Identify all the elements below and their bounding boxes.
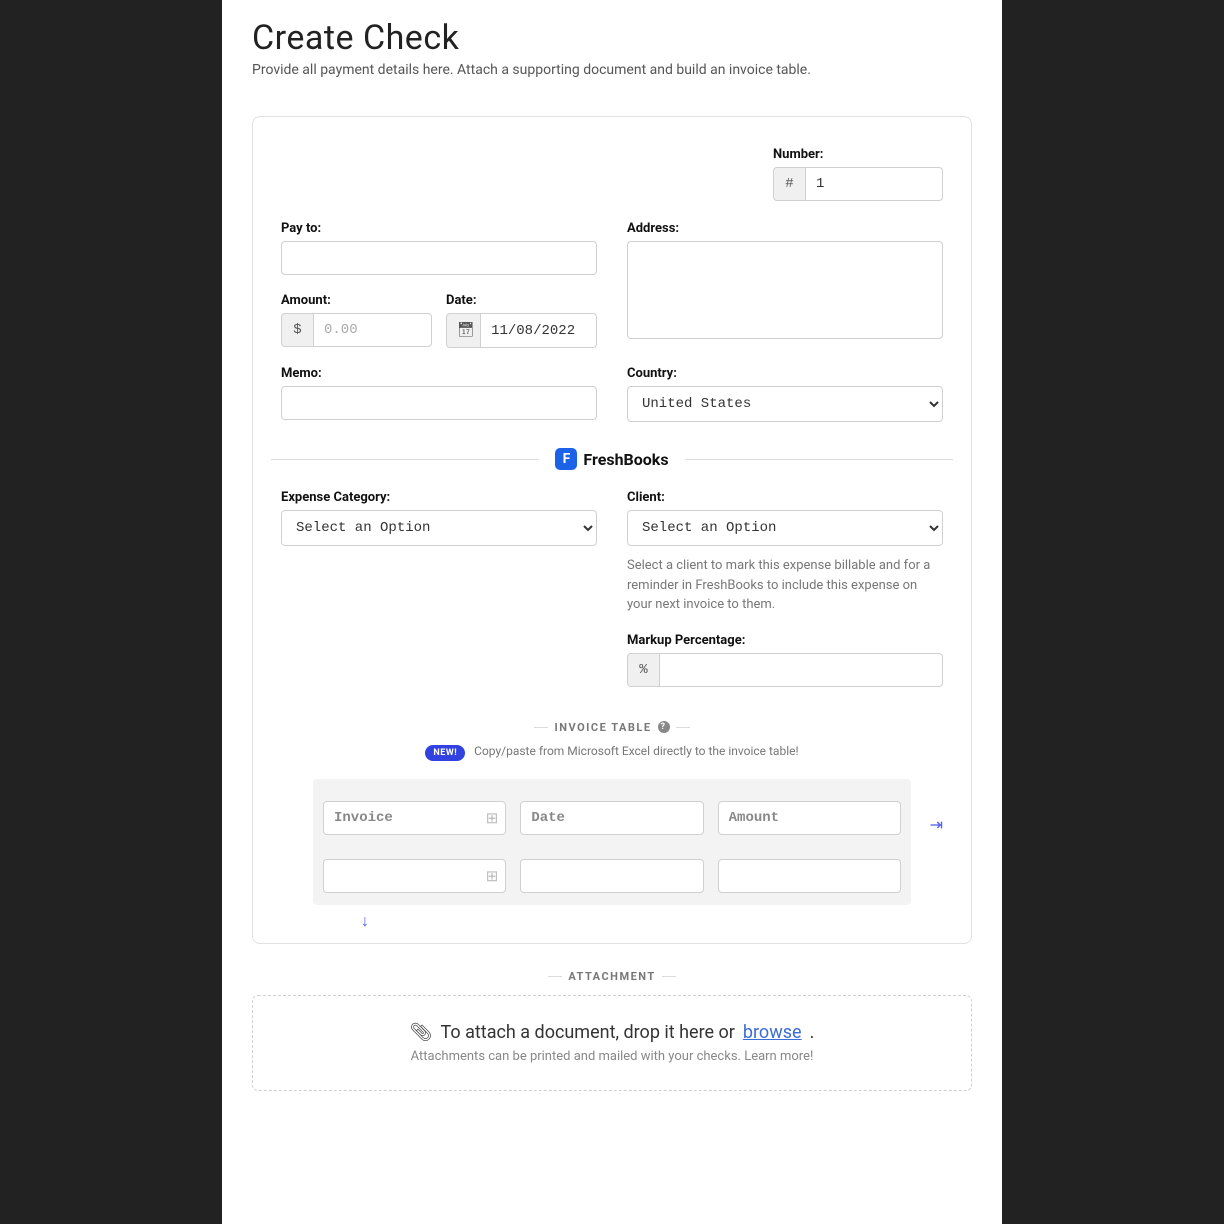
- markup-label: Markup Percentage:: [627, 633, 943, 648]
- dollar-icon: $: [281, 313, 313, 347]
- expense-label: Expense Category:: [281, 490, 597, 505]
- attachment-heading: ATTACHMENT: [568, 970, 655, 983]
- col-header-invoice[interactable]: [323, 801, 506, 835]
- cell-amount[interactable]: [718, 859, 901, 893]
- memo-field[interactable]: [281, 386, 597, 420]
- payto-field[interactable]: [281, 241, 597, 275]
- payto-label: Pay to:: [281, 221, 597, 236]
- calendar-icon: 📅︎: [446, 313, 480, 348]
- page-subtitle: Provide all payment details here. Attach…: [252, 62, 972, 78]
- date-label: Date:: [446, 293, 597, 308]
- page-title: Create Check: [252, 18, 972, 58]
- dropzone-text-post: .: [810, 1022, 815, 1043]
- col-header-amount[interactable]: [718, 801, 901, 835]
- date-field[interactable]: [480, 313, 597, 348]
- number-field[interactable]: [805, 167, 943, 201]
- number-label: Number:: [773, 147, 943, 162]
- hash-icon: #: [773, 167, 805, 201]
- browse-link[interactable]: browse: [743, 1022, 802, 1043]
- address-field[interactable]: [627, 241, 943, 339]
- markup-field[interactable]: [659, 653, 943, 687]
- cell-invoice[interactable]: [323, 859, 506, 893]
- address-label: Address:: [627, 221, 943, 236]
- check-card: Number: # Pay to: Amount:: [252, 116, 972, 944]
- table-row: ⊞: [313, 847, 911, 905]
- expense-select[interactable]: Select an Option: [281, 510, 597, 546]
- memo-label: Memo:: [281, 366, 597, 381]
- copy-paste-hint: Copy/paste from Microsoft Excel directly…: [474, 744, 798, 758]
- country-label: Country:: [627, 366, 943, 381]
- add-row-icon[interactable]: ↓: [313, 905, 911, 931]
- percent-icon: %: [627, 653, 659, 687]
- table-header-row: ⊞: [313, 779, 911, 847]
- client-select[interactable]: Select an Option: [627, 510, 943, 546]
- country-select[interactable]: United States: [627, 386, 943, 422]
- amount-field[interactable]: [313, 313, 432, 347]
- dropzone-subtext: Attachments can be printed and mailed wi…: [273, 1049, 951, 1064]
- invoice-table: ⊞ ⊞: [313, 779, 911, 905]
- col-header-date[interactable]: [520, 801, 703, 835]
- invoice-table-heading: INVOICE TABLE: [554, 721, 651, 734]
- attachment-dropzone[interactable]: 📎︎ To attach a document, drop it here or…: [252, 995, 972, 1091]
- client-help-text: Select a client to mark this expense bil…: [627, 556, 943, 615]
- freshbooks-logo-icon: F: [555, 448, 577, 470]
- cell-date[interactable]: [520, 859, 703, 893]
- info-icon[interactable]: ?: [658, 721, 670, 733]
- client-label: Client:: [627, 490, 943, 505]
- new-badge: NEW!: [425, 745, 465, 761]
- amount-label: Amount:: [281, 293, 432, 308]
- dropzone-text-pre: To attach a document, drop it here or: [441, 1022, 735, 1043]
- freshbooks-brand: FreshBooks: [583, 450, 668, 469]
- add-column-icon[interactable]: ⇥: [930, 815, 943, 834]
- paperclip-icon: 📎︎: [410, 1022, 433, 1043]
